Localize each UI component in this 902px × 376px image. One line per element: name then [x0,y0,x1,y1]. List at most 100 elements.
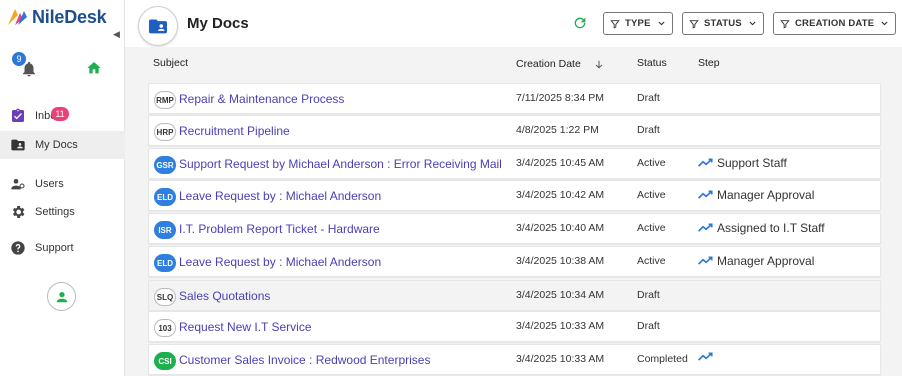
table-row[interactable]: ELD Leave Request by : Michael Anderson 3/… [148,246,881,277]
doc-subject-link[interactable]: Leave Request by : Michael Anderson [179,189,381,203]
creation-date: 3/4/2025 10:40 AM [516,222,605,234]
home-icon[interactable] [86,60,102,76]
app-name: NileDesk [32,6,107,27]
collapse-sidebar-icon[interactable]: ◀ [113,29,120,40]
trending-icon [698,158,713,167]
table-row[interactable]: HRP Recruitment Pipeline 4/8/2025 1:22 PM D… [148,115,881,146]
status-text: Active [637,222,666,234]
creation-date: 7/11/2025 8:34 PM [516,92,604,104]
filter-label: STATUS [704,18,742,29]
creation-date: 3/4/2025 10:34 AM [516,289,605,301]
chevron-down-icon [749,21,756,26]
filter-label: TYPE [625,18,651,29]
table-row[interactable]: ISR I.T. Problem Report Ticket - Hardware… [148,213,881,244]
doc-type-badge: SLQ [154,288,176,306]
doc-subject-link[interactable]: Sales Quotations [179,289,270,303]
filter-icon [780,19,790,28]
doc-type-badge: GSR [154,156,176,174]
sort-descending-icon[interactable] [594,59,604,70]
sidebar-item-my-docs[interactable]: My Docs [0,131,125,159]
user-profile-button[interactable] [47,282,76,311]
doc-type-badge: ISR [154,221,176,239]
sidebar-item-label: Settings [35,206,75,218]
my-docs-folder-icon [138,6,178,46]
workflow-step-label: Assigned to I.T Staff [717,221,825,235]
trending-icon [698,223,713,232]
status-text: Active [637,157,666,169]
table-row[interactable]: GSR Support Request by Michael Anderson :… [148,148,881,179]
creation-date: 3/4/2025 10:33 AM [516,320,605,332]
creation-date: 3/4/2025 10:42 AM [516,189,605,201]
doc-subject-link[interactable]: I.T. Problem Report Ticket - Hardware [179,222,380,236]
workflow-step-label: Manager Approval [717,188,815,202]
sidebar-item-label: Users [35,178,64,190]
page-title: My Docs [187,15,249,32]
workflow-step-label: Manager Approval [717,254,815,268]
trending-icon [698,190,713,199]
sidebar-item-label: Support [35,242,74,254]
inbox-count-badge: 11 [51,107,69,121]
doc-subject-link[interactable]: Leave Request by : Michael Anderson [179,255,381,269]
table-row[interactable]: 103 Request New I.T Service 3/4/2025 10:33… [148,311,881,342]
sidebar-item-label: My Docs [35,139,78,151]
doc-subject-link[interactable]: Request New I.T Service [179,320,312,334]
workflow-step [698,352,717,362]
chevron-down-icon [658,21,665,26]
status-text: Active [637,255,666,267]
doc-subject-link[interactable]: Repair & Maintenance Process [179,92,344,106]
column-header-label: Creation Date [516,58,581,70]
status-text: Draft [637,92,660,104]
status-text: Completed [637,353,688,365]
column-header-status[interactable]: Status [637,57,667,69]
user-icon [56,291,67,302]
workflow-step-label: Support Staff [717,156,787,170]
creation-date: 3/4/2025 10:38 AM [516,255,605,267]
filter-type-button[interactable]: TYPE [603,12,673,35]
status-text: Draft [637,124,660,136]
status-text: Draft [637,289,660,301]
creation-date: 4/8/2025 1:22 PM [516,124,599,136]
doc-type-badge: CSI [154,352,176,370]
column-header-creation-date[interactable]: Creation Date [516,58,604,70]
logo-icon [8,9,27,25]
workflow-step: Assigned to I.T Staff [698,221,825,235]
doc-type-badge: RMP [154,91,176,109]
table-row[interactable]: CSI Customer Sales Invoice : Redwood Ente… [148,344,881,375]
sidebar-item-settings[interactable]: Settings [0,198,125,226]
notification-count-badge: 9 [12,52,26,66]
doc-subject-link[interactable]: Customer Sales Invoice : Redwood Enterpr… [179,353,430,367]
trending-icon [698,352,713,361]
trending-icon [698,256,713,265]
table-row[interactable]: SLQ Sales Quotations 3/4/2025 10:34 AM Draf… [148,280,881,311]
workflow-step: Support Staff [698,156,787,170]
users-icon [11,179,25,190]
column-header-step[interactable]: Step [698,57,720,69]
filter-icon [689,19,699,28]
filter-label: CREATION DATE [795,18,875,29]
doc-type-badge: ELD [154,254,176,272]
doc-subject-link[interactable]: Recruitment Pipeline [179,124,290,138]
workflow-step: Manager Approval [698,254,814,268]
column-header-subject[interactable]: Subject [153,57,188,69]
sidebar: NileDesk ◀ 9 Inbox 11 My Docs Users Sett… [0,0,125,376]
doc-subject-link[interactable]: Support Request by Michael Anderson : Er… [179,157,502,171]
sidebar-item-users[interactable]: Users [0,170,125,198]
table-row[interactable]: ELD Leave Request by : Michael Anderson 3/… [148,180,881,211]
creation-date: 3/4/2025 10:33 AM [516,353,605,365]
creation-date: 3/4/2025 10:45 AM [516,157,605,169]
table-row[interactable]: RMP Repair & Maintenance Process 7/11/2025… [148,83,881,114]
gear-icon [12,206,25,218]
help-icon [11,241,25,255]
sidebar-item-support[interactable]: Support [0,234,125,262]
folder-user-icon [11,139,25,151]
filter-creation-date-button[interactable]: CREATION DATE [773,12,897,35]
chevron-down-icon [881,21,888,26]
app-logo[interactable]: NileDesk [6,6,107,28]
doc-type-badge: ELD [154,188,176,206]
doc-type-badge: 103 [154,319,176,337]
workflow-step: Manager Approval [698,188,814,202]
filter-status-button[interactable]: STATUS [682,12,764,35]
filter-icon [610,19,620,28]
doc-type-badge: HRP [154,123,176,141]
refresh-icon[interactable] [572,15,588,31]
